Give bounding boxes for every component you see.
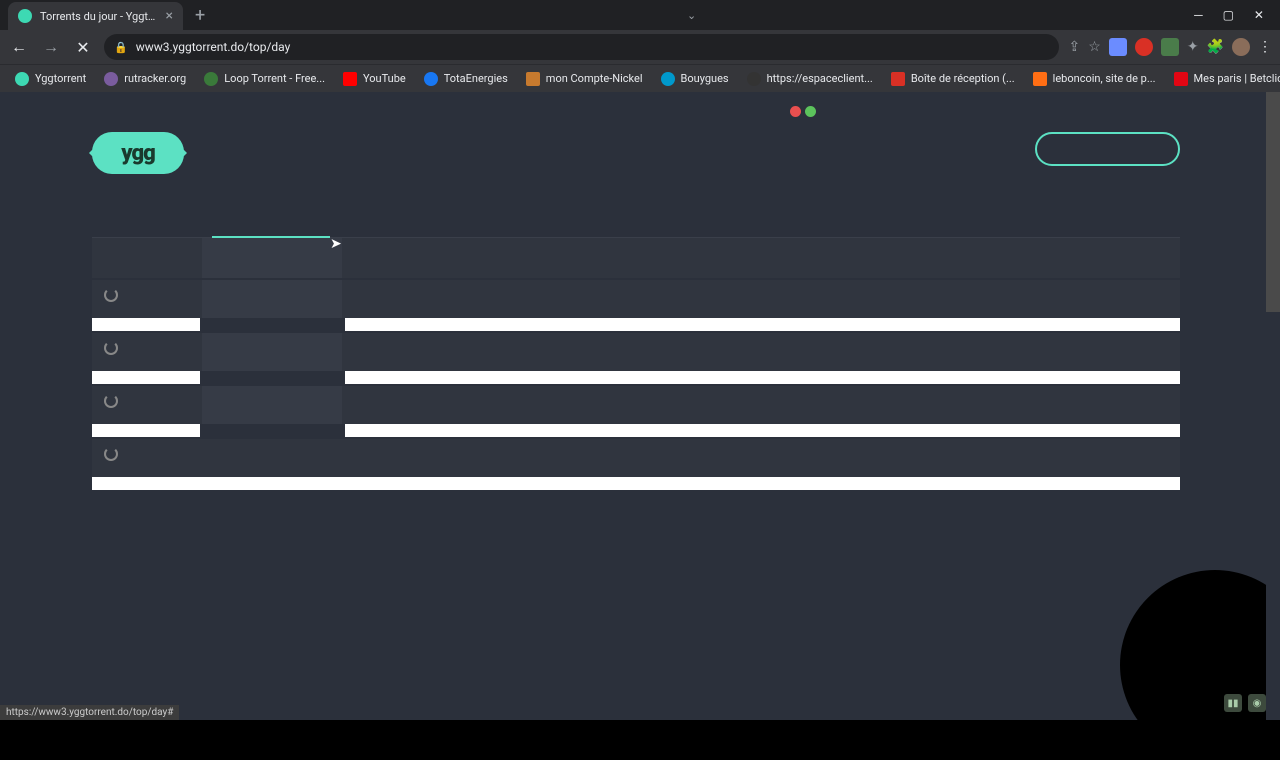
window-traffic-lights (790, 106, 816, 117)
logo-text: ygg (121, 141, 155, 166)
record-button[interactable]: ◉ (1248, 694, 1266, 712)
bookmark-favicon (15, 72, 29, 86)
site-logo[interactable]: ygg (92, 132, 184, 174)
tab-favicon (18, 9, 32, 23)
bookmark-favicon (104, 72, 118, 86)
bookmarks-bar: Yggtorrent rutracker.org Loop Torrent - … (0, 64, 1280, 92)
list-item[interactable] (92, 333, 1180, 384)
close-tab-icon[interactable]: × (166, 8, 173, 24)
close-window-button[interactable]: ✕ (1254, 8, 1264, 22)
media-controls: ▮▮ ◉ (1224, 694, 1266, 712)
bookmark-label: Boîte de réception (... (911, 72, 1015, 85)
bookmark-item[interactable]: mon Compte-Nickel (519, 70, 650, 88)
filter-panel[interactable] (202, 238, 342, 278)
nav-tab-active[interactable] (212, 202, 330, 238)
torrent-list (92, 280, 1180, 490)
bookmark-favicon (661, 72, 675, 86)
new-tab-button[interactable]: + (195, 5, 205, 26)
row-placeholder (345, 371, 1180, 384)
bookmark-favicon (1174, 72, 1188, 86)
forward-button[interactable]: → (40, 37, 62, 57)
nav-tabs (92, 202, 1180, 238)
extension-icon[interactable] (1109, 38, 1127, 56)
extension-icon[interactable] (1161, 38, 1179, 56)
traffic-green-icon (805, 106, 816, 117)
stop-reload-button[interactable]: ✕ (72, 38, 94, 57)
tabs-dropdown-icon[interactable]: ⌄ (687, 9, 696, 22)
header-action-button[interactable] (1035, 132, 1180, 166)
bookmark-item[interactable]: Mes paris | Betclic (1167, 70, 1280, 88)
bookmark-item[interactable]: Loop Torrent - Free... (197, 70, 332, 88)
list-item[interactable] (92, 439, 1180, 490)
status-url: https://www3.yggtorrent.do/top/day# (6, 707, 173, 718)
extensions-icon[interactable]: ✦ (1187, 39, 1199, 55)
chat-widget[interactable] (1120, 570, 1280, 760)
bookmark-item[interactable]: Yggtorrent (8, 70, 93, 88)
row-placeholder (345, 424, 1180, 437)
bookmark-label: https://espaceclient... (767, 72, 873, 85)
window-titlebar: Torrents du jour - Yggtorrent × + ⌄ ─ ▢ … (0, 0, 1280, 30)
bookmark-favicon (747, 72, 761, 86)
bookmark-favicon (204, 72, 218, 86)
bookmark-label: rutracker.org (124, 72, 186, 85)
bookmark-label: Mes paris | Betclic (1194, 72, 1280, 85)
bookmark-item[interactable]: https://espaceclient... (740, 70, 880, 88)
scrollbar[interactable] (1266, 92, 1280, 720)
loading-spinner-icon (104, 394, 118, 408)
loading-spinner-icon (104, 447, 118, 461)
bookmark-label: Yggtorrent (35, 72, 86, 85)
bookmark-label: Bouygues (681, 72, 729, 85)
thumb-placeholder (92, 424, 200, 437)
menu-icon[interactable]: ⋮ (1258, 39, 1272, 55)
bookmark-label: leboncoin, site de p... (1053, 72, 1156, 85)
page-viewport: ygg ➤ (0, 92, 1280, 720)
bookmark-favicon (526, 72, 540, 86)
extension-icon[interactable] (1135, 38, 1153, 56)
bookmark-label: mon Compte-Nickel (546, 72, 643, 85)
pause-button[interactable]: ▮▮ (1224, 694, 1242, 712)
bookmark-item[interactable]: TotaEnergies (417, 70, 515, 88)
bookmark-item[interactable]: Boîte de réception (... (884, 70, 1022, 88)
browser-tab[interactable]: Torrents du jour - Yggtorrent × (8, 2, 183, 30)
bookmark-favicon (343, 72, 357, 86)
lock-icon: 🔒 (114, 41, 128, 54)
toolbar-actions: ⇪ ☆ ✦ 🧩 ⋮ (1069, 38, 1272, 56)
tab-title: Torrents du jour - Yggtorrent (40, 10, 158, 23)
back-button[interactable]: ← (8, 37, 30, 57)
share-icon[interactable]: ⇪ (1069, 39, 1081, 55)
scrollbar-thumb[interactable] (1266, 92, 1280, 312)
bookmark-label: Loop Torrent - Free... (224, 72, 325, 85)
bookmark-label: YouTube (363, 72, 406, 85)
maximize-button[interactable]: ▢ (1223, 8, 1234, 22)
bookmark-item[interactable]: leboncoin, site de p... (1026, 70, 1163, 88)
traffic-red-icon (790, 106, 801, 117)
bookmark-item[interactable]: YouTube (336, 70, 413, 88)
thumb-placeholder (92, 371, 200, 384)
row-placeholder (92, 477, 1180, 490)
bookmark-item[interactable]: rutracker.org (97, 70, 193, 88)
url-text: www3.yggtorrent.do/top/day (136, 40, 291, 54)
loading-spinner-icon (104, 288, 118, 302)
page-content: ygg ➤ (92, 132, 1180, 492)
status-bar: https://www3.yggtorrent.do/top/day# (0, 705, 179, 720)
bookmark-item[interactable]: Bouygues (654, 70, 736, 88)
bookmark-favicon (891, 72, 905, 86)
filter-row (92, 238, 1180, 278)
list-item[interactable] (92, 386, 1180, 437)
extensions-menu-icon[interactable]: 🧩 (1207, 39, 1224, 55)
bookmark-favicon (1033, 72, 1047, 86)
url-input[interactable]: 🔒 www3.yggtorrent.do/top/day (104, 34, 1059, 60)
bookmark-favicon (424, 72, 438, 86)
profile-avatar[interactable] (1232, 38, 1250, 56)
minimize-button[interactable]: ─ (1194, 8, 1203, 22)
thumb-placeholder (92, 318, 200, 331)
window-controls: ─ ▢ ✕ (1194, 8, 1272, 22)
bookmark-label: TotaEnergies (444, 72, 508, 85)
list-item[interactable] (92, 280, 1180, 331)
row-placeholder (345, 318, 1180, 331)
address-bar: ← → ✕ 🔒 www3.yggtorrent.do/top/day ⇪ ☆ ✦… (0, 30, 1280, 64)
loading-spinner-icon (104, 341, 118, 355)
bookmark-star-icon[interactable]: ☆ (1088, 39, 1101, 55)
